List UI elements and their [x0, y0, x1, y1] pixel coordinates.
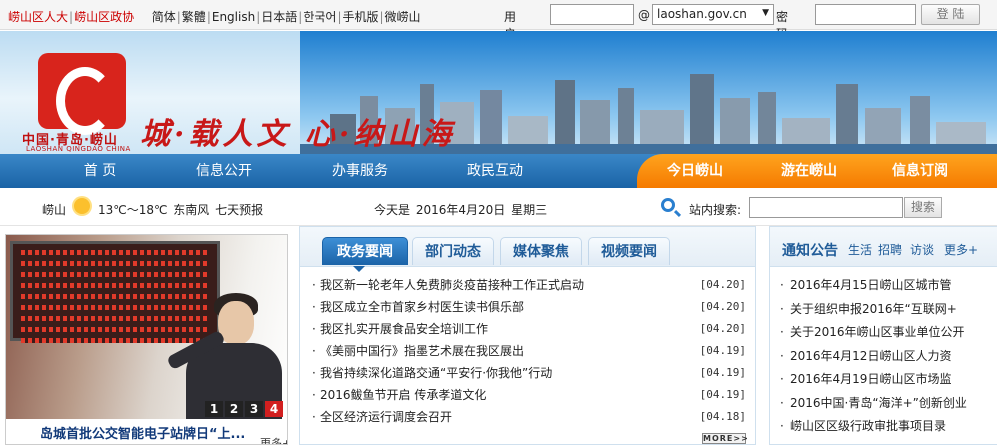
tab-government-news[interactable]: 政务要闻 — [322, 237, 408, 272]
notice-item[interactable]: · 崂山区区级行政审批事项目录 — [778, 415, 997, 439]
nav-info-public[interactable]: 信息公开 — [184, 154, 264, 188]
chevron-down-icon: ▼ — [762, 8, 769, 18]
notice-item[interactable]: · 关于组织申报2016年“互联网+ — [778, 298, 997, 322]
news-date: [04.19] — [699, 366, 746, 379]
nav-home[interactable]: 首 页 — [60, 154, 140, 188]
laoshan-logo[interactable] — [38, 53, 126, 135]
notice-item[interactable]: · 2016年4月19日崂山区市场监 — [778, 368, 997, 392]
top-bar: 崂山区人大|崂山区政协 简体|繁體|English|日本語|한국어|手机版|微崂… — [0, 0, 997, 58]
news-list: · 我区新一轮老年人免费肺炎疫苗接种工作正式启动 [04.20] · 我区成立全市首家… — [310, 274, 750, 428]
news-panel: 政务要闻 部门动态 媒体聚焦 视频要闻 · 我区新一轮老年人免费肺炎疫苗接种工作正… — [299, 226, 756, 445]
link-wechat[interactable]: 微崂山 — [385, 10, 421, 24]
search-icon — [661, 198, 675, 212]
nav-travel-laoshan[interactable]: 游在崂山 — [769, 154, 849, 188]
news-item[interactable]: · 全区经济运行调度会召开 [04.18] — [310, 406, 750, 428]
news-title[interactable]: 我省持续深化道路交通“平安行·你我他”行动 — [320, 362, 552, 384]
top-links: 崂山区人大|崂山区政协 简体|繁體|English|日本語|한국어|手机版|微崂… — [8, 10, 421, 24]
username-input[interactable] — [550, 4, 634, 25]
news-title[interactable]: 2016鲅鱼节开启 传承孝道文化 — [320, 384, 486, 406]
photo-more-link[interactable]: 更多+ — [260, 435, 287, 444]
header-banner: 中国·青岛·崂山 LAOSHAN QINGDAO CHINA 城·载人文 心·纳… — [0, 31, 997, 154]
slide-page-3[interactable]: 3 — [245, 401, 263, 417]
news-title[interactable]: 我区扎实开展食品安全培训工作 — [320, 318, 488, 340]
main-nav: 首 页 信息公开 办事服务 政民互动 今日崂山 游在崂山 信息订阅 — [0, 154, 997, 188]
nav-services[interactable]: 办事服务 — [320, 154, 400, 188]
news-tabs: 政务要闻 部门动态 媒体聚焦 视频要闻 — [300, 227, 755, 272]
news-date: [04.20] — [699, 300, 746, 313]
link-japanese[interactable]: 日本語 — [261, 10, 297, 24]
tab-media-focus[interactable]: 媒体聚焦 — [500, 237, 582, 265]
notice-item[interactable]: · 关于2016年崂山区事业单位公开 — [778, 321, 997, 345]
news-photo-slider[interactable]: 1 2 3 4 岛城首批公交智能电子站牌日“上... 更多+ — [5, 234, 288, 445]
notice-header: 通知公告 生活 招聘 访谈 更多+ — [770, 227, 997, 267]
photo-caption-bar: 岛城首批公交智能电子站牌日“上... 更多+ — [6, 419, 287, 444]
slide-page-4[interactable]: 4 — [265, 401, 283, 417]
news-title[interactable]: 我区成立全市首家乡村医生读书俱乐部 — [320, 296, 524, 318]
notice-item[interactable]: · 2016年4月15日崂山区城市管 — [778, 274, 997, 298]
notice-title[interactable]: 通知公告 — [782, 240, 838, 260]
slide-page-2[interactable]: 2 — [225, 401, 243, 417]
tab-interview[interactable]: 访谈 — [910, 241, 934, 258]
news-date: [04.20] — [699, 278, 746, 291]
domain-select[interactable]: laoshan.gov.cn ▼ — [652, 4, 774, 25]
today-date: 今天是 2016年4月20日 星期三 — [374, 203, 548, 217]
search-button[interactable]: 搜索 — [904, 197, 942, 218]
notice-list: · 2016年4月15日崂山区城市管 · 关于组织申报2016年“互联网+ · 关于2… — [778, 274, 997, 439]
link-renda[interactable]: 崂山区人大 — [8, 10, 68, 24]
tab-department-news[interactable]: 部门动态 — [412, 237, 494, 265]
news-item[interactable]: · 2016鲅鱼节开启 传承孝道文化 [04.19] — [310, 384, 750, 406]
link-mobile[interactable]: 手机版 — [342, 10, 378, 24]
nav-subscribe[interactable]: 信息订阅 — [880, 154, 960, 188]
nav-interaction[interactable]: 政民互动 — [455, 154, 535, 188]
domain-value: laoshan.gov.cn — [657, 7, 747, 21]
notice-more-link[interactable]: 更多+ — [944, 241, 978, 258]
sun-cloud-icon — [74, 198, 90, 214]
weather-city: 崂山 — [42, 203, 67, 217]
login-button[interactable]: 登 陆 — [921, 4, 980, 25]
tab-video-news[interactable]: 视频要闻 — [588, 237, 670, 265]
nav-today-laoshan[interactable]: 今日崂山 — [655, 154, 735, 188]
password-input[interactable] — [815, 4, 916, 25]
news-date: [04.18] — [699, 410, 746, 423]
news-more-button[interactable]: MORE>> — [702, 433, 748, 444]
slide-page-1[interactable]: 1 — [205, 401, 223, 417]
banner-slogan: 城·载人文 心·纳山海 — [140, 117, 456, 152]
news-date: [04.19] — [699, 344, 746, 357]
search-input[interactable] — [749, 197, 903, 218]
news-date: [04.20] — [699, 322, 746, 335]
news-item[interactable]: · 《美丽中国行》指墨艺术展在我区展出 [04.19] — [310, 340, 750, 362]
news-photo[interactable] — [6, 235, 287, 423]
news-date: [04.19] — [699, 388, 746, 401]
news-item[interactable]: · 我区扎实开展食品安全培训工作 [04.20] — [310, 318, 750, 340]
weather-text[interactable]: 13℃～18℃ 东南风 七天预报 — [98, 201, 263, 218]
city-name-en: LAOSHAN QINGDAO CHINA — [26, 145, 131, 153]
news-title[interactable]: 《美丽中国行》指墨艺术展在我区展出 — [320, 340, 524, 362]
search-label: 站内搜索: — [689, 203, 742, 217]
link-english[interactable]: English — [212, 10, 255, 24]
news-title[interactable]: 全区经济运行调度会召开 — [320, 406, 452, 428]
link-zhengxie[interactable]: 崂山区政协 — [74, 10, 134, 24]
led-sign — [10, 241, 220, 343]
news-title[interactable]: 我区新一轮老年人免费肺炎疫苗接种工作正式启动 — [320, 274, 584, 296]
tab-life[interactable]: 生活 — [848, 241, 872, 258]
photo-caption[interactable]: 岛城首批公交智能电子站牌日“上... — [40, 423, 245, 442]
link-traditional[interactable]: 繁體 — [182, 10, 206, 24]
news-item[interactable]: · 我省持续深化道路交通“平安行·你我他”行动 [04.19] — [310, 362, 750, 384]
at-sign: @ — [638, 8, 650, 22]
notice-item[interactable]: · 2016中国·青岛“海洋+”创新创业 — [778, 392, 997, 416]
tab-recruit[interactable]: 招聘 — [878, 241, 902, 258]
notice-panel: 通知公告 生活 招聘 访谈 更多+ · 2016年4月15日崂山区城市管 · 关于组… — [769, 226, 997, 445]
slide-pager: 1 2 3 4 — [203, 401, 283, 417]
notice-item[interactable]: · 2016年4月12日崂山区人力资 — [778, 345, 997, 369]
link-simplified[interactable]: 简体 — [152, 10, 176, 24]
info-bar: 崂山 13℃～18℃ 东南风 七天预报 今天是 2016年4月20日 星期三 站… — [0, 188, 997, 226]
news-item[interactable]: · 我区新一轮老年人免费肺炎疫苗接种工作正式启动 [04.20] — [310, 274, 750, 296]
link-korean[interactable]: 한국어 — [303, 10, 336, 24]
news-item[interactable]: · 我区成立全市首家乡村医生读书俱乐部 [04.20] — [310, 296, 750, 318]
